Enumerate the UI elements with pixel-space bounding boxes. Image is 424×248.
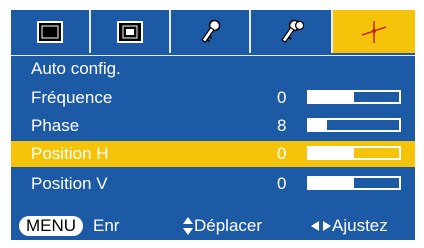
slider-fill [309,178,354,188]
menu-item-label: Position V [31,174,108,193]
slider-fill [309,120,327,130]
menu-item-value: 0 [277,88,287,107]
picture-icon [37,20,63,43]
move-action-label: Déplacer [194,216,263,235]
menu-tab-bar [11,10,415,53]
menu-item-position-h[interactable]: Position H 0 [11,141,415,167]
menu-item-auto-config[interactable]: Auto config. [11,56,415,82]
tab-picture[interactable] [11,10,89,53]
help-bar: MENU Enr Déplacer Ajustez [11,211,415,240]
menu-item-value: 0 [277,174,287,193]
tab-keys[interactable] [251,10,331,53]
menu-item-value: 0 [277,144,287,163]
menu-key-button[interactable]: MENU [19,216,83,236]
menu-item-value: 8 [277,116,287,135]
screen-icon [117,20,143,43]
keys-icon [281,19,304,43]
menu-item-phase[interactable]: Phase 8 [11,113,415,139]
menu-item-label: Phase [31,116,80,135]
up-down-arrows-icon [183,217,193,235]
slider-fill [309,148,354,158]
menu-action-label: Enr [93,216,120,235]
tab-wrench[interactable] [333,10,415,53]
tab-screen[interactable] [91,10,169,53]
key-icon [201,19,221,43]
position-h-slider[interactable] [307,146,401,160]
menu-item-label: Position H [31,144,109,163]
menu-item-label: Auto config. [31,59,121,78]
menu-item-position-v[interactable]: Position V 0 [11,171,415,197]
menu-item-frequence[interactable]: Fréquence 0 [11,85,415,111]
slider-fill [309,92,354,102]
osd-menu: Auto config. Fréquence 0 Phase 8 Positio… [0,0,424,248]
left-right-arrows-icon [311,221,331,231]
position-v-slider[interactable] [307,176,401,190]
frequence-slider[interactable] [307,90,401,104]
phase-slider[interactable] [307,118,401,132]
wrench-icon [361,20,387,43]
menu-item-label: Fréquence [31,88,113,107]
adjust-action-label: Ajustez [332,216,388,235]
tab-key[interactable] [171,10,249,53]
